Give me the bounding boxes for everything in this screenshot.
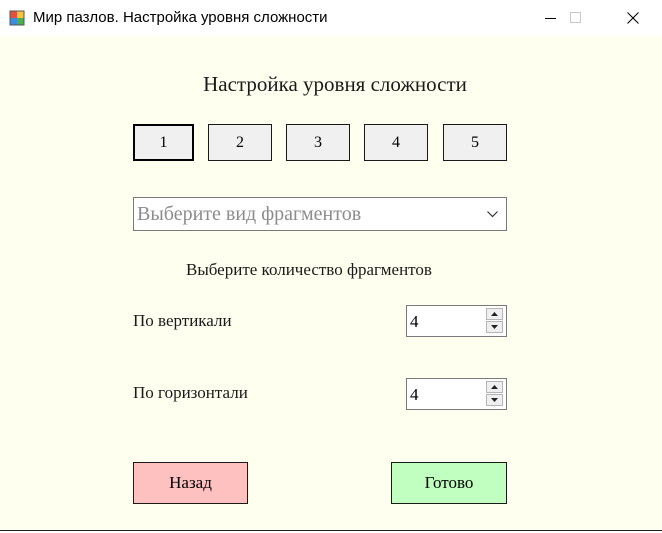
title-bar: Мир пазлов. Настройка уровня сложности (0, 0, 662, 36)
level-button-3[interactable]: 3 (286, 124, 350, 161)
window-title: Мир пазлов. Настройка уровня сложности (33, 9, 328, 26)
fragment-count-label: Выберите количество фрагментов (186, 260, 432, 279)
back-button[interactable]: Назад (133, 462, 248, 504)
page-title: Настройка уровня сложности (203, 72, 467, 96)
vertical-count-value[interactable]: 4 (410, 312, 419, 332)
horizontal-count-stepper[interactable]: 4 (406, 378, 507, 410)
fragment-type-select[interactable]: Выберите вид фрагментов (133, 197, 507, 231)
close-icon (627, 12, 639, 24)
vertical-count-stepper[interactable]: 4 (406, 305, 507, 337)
arrow-up-icon (491, 385, 498, 389)
vertical-increment-button[interactable] (486, 308, 503, 320)
horizontal-count-value[interactable]: 4 (410, 385, 419, 405)
level-button-4[interactable]: 4 (364, 124, 428, 161)
level-button-5[interactable]: 5 (443, 124, 507, 161)
form-body (0, 36, 662, 530)
level-button-2[interactable]: 2 (208, 124, 272, 161)
horizontal-stepper-buttons (486, 381, 503, 407)
vertical-stepper-buttons (486, 308, 503, 334)
chevron-down-icon[interactable] (487, 211, 498, 218)
level-button-1[interactable]: 1 (133, 124, 194, 161)
maximize-icon (570, 12, 581, 23)
arrow-down-icon (491, 398, 498, 402)
fragment-type-placeholder: Выберите вид фрагментов (137, 203, 362, 225)
horizontal-label: По горизонтали (133, 383, 248, 402)
vertical-label: По вертикали (133, 311, 232, 330)
horizontal-decrement-button[interactable] (486, 394, 503, 406)
close-button[interactable] (610, 0, 656, 36)
arrow-up-icon (491, 312, 498, 316)
puzzle-app-icon[interactable] (9, 10, 25, 26)
maximize-button[interactable] (553, 0, 599, 36)
horizontal-increment-button[interactable] (486, 381, 503, 393)
vertical-decrement-button[interactable] (486, 321, 503, 333)
done-button[interactable]: Готово (391, 462, 507, 504)
arrow-down-icon (491, 325, 498, 329)
